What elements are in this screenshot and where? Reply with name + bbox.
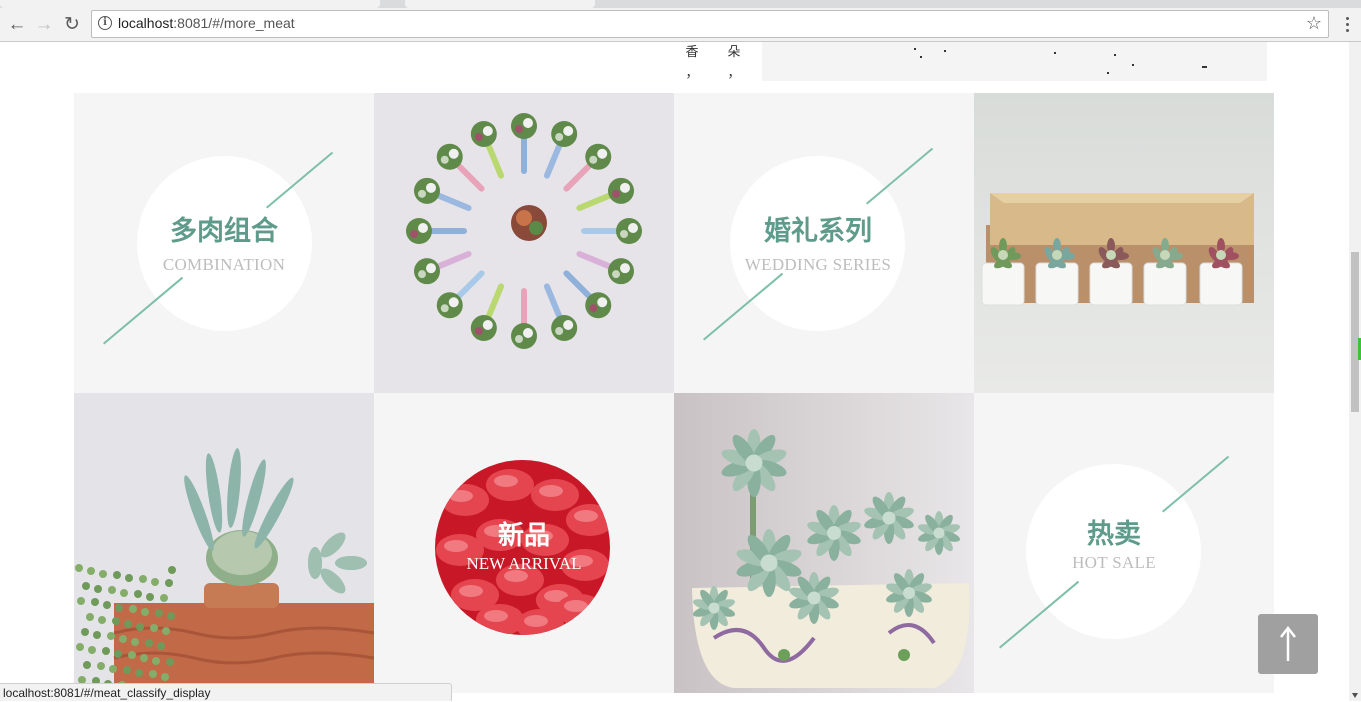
boutonniere-wreath-photo[interactable] [374, 93, 674, 393]
decor-line [866, 147, 934, 205]
forward-button[interactable]: → [32, 12, 56, 36]
tab-strip [0, 0, 1361, 8]
decor-line [1162, 455, 1230, 513]
category-subtitle: NEW ARRIVAL [466, 554, 582, 573]
back-to-top-button[interactable] [1258, 614, 1318, 674]
page-content: 香， 朵， 多肉组合 COMBINATION 婚礼系列 WEDDING SERI… [0, 42, 1349, 701]
tab-inactive[interactable] [405, 0, 595, 8]
url-text[interactable]: localhost:8081/#/more_meat [118, 15, 295, 31]
browser-toolbar: ← → ↻ i localhost:8081/#/more_meat ☆ [0, 8, 1361, 42]
scroll-down-arrow-icon[interactable] [1352, 693, 1358, 698]
bookmark-star-icon[interactable]: ☆ [1306, 13, 1322, 34]
category-title: 多肉组合 [170, 216, 278, 247]
address-bar[interactable]: i localhost:8081/#/more_meat ☆ [91, 10, 1329, 38]
page-scrollbar[interactable] [1349, 42, 1361, 701]
reload-button[interactable]: ↻ [60, 12, 84, 36]
status-bar-link-preview: localhost:8081/#/meat_classify_display [0, 683, 452, 701]
category-grid: 多肉组合 COMBINATION 婚礼系列 WEDDING SERIES 新品 … [74, 93, 1274, 693]
scrollbar-thumb[interactable] [1351, 252, 1359, 412]
cactus-pot-photo[interactable] [74, 393, 374, 693]
info-icon[interactable]: i [98, 16, 112, 30]
top-banner-image [762, 42, 1267, 81]
category-title: 新品 [497, 521, 550, 551]
browser-menu-icon[interactable] [1339, 13, 1355, 35]
succulent-bowl-photo[interactable] [674, 393, 974, 693]
vertical-text-col: 香， [685, 45, 699, 81]
category-combination[interactable]: 多肉组合 COMBINATION [74, 93, 374, 393]
category-wedding-series[interactable]: 婚礼系列 WEDDING SERIES [674, 93, 974, 393]
category-subtitle: WEDDING SERIES [744, 255, 892, 274]
category-hot-sale[interactable]: 热卖 HOT SALE [974, 393, 1274, 693]
tab-inactive[interactable] [0, 0, 380, 8]
category-title: 热卖 [1087, 519, 1141, 550]
arrow-up-icon [1280, 625, 1296, 661]
vertical-text-col: 朵， [727, 45, 741, 81]
category-subtitle: COMBINATION [162, 255, 286, 274]
potted-succulents-box-photo[interactable] [974, 93, 1274, 393]
category-new-arrival[interactable]: 新品 NEW ARRIVAL [374, 393, 674, 693]
back-button[interactable]: ← [5, 12, 29, 36]
category-title: 婚礼系列 [764, 216, 872, 247]
category-subtitle: HOT SALE [1072, 553, 1156, 572]
